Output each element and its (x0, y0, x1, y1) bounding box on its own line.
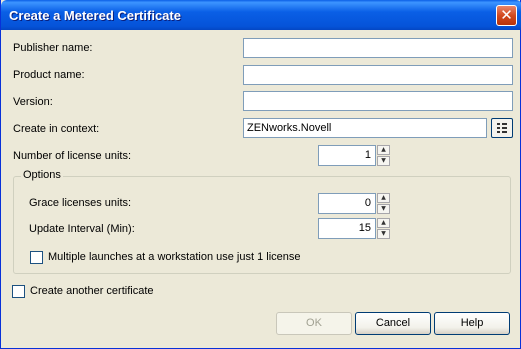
multiple-launch-label: Multiple launches at a workstation use j… (48, 251, 301, 263)
close-button[interactable]: ✕ (496, 5, 517, 26)
license-units-down-button[interactable]: ▼ (377, 156, 390, 166)
create-another-label: Create another certificate (30, 285, 154, 297)
license-units-value: 1 (364, 149, 371, 161)
window-title: Create a Metered Certificate (9, 8, 181, 23)
context-input[interactable]: ZENworks.Novell (243, 118, 487, 138)
grace-stepper: ▲ ▼ (377, 193, 390, 214)
help-button[interactable]: Help (434, 312, 510, 335)
ok-button[interactable]: OK (276, 312, 352, 335)
tree-browse-icon (497, 123, 507, 133)
cancel-button[interactable]: Cancel (355, 312, 431, 335)
context-label: Create in context: (13, 123, 100, 135)
publisher-label: Publisher name: (13, 42, 93, 54)
close-icon: ✕ (500, 6, 513, 24)
grace-input[interactable]: 0 (318, 193, 376, 214)
license-units-up-button[interactable]: ▲ (377, 145, 390, 155)
dialog-window: Create a Metered Certificate ✕ Publisher… (0, 0, 521, 349)
interval-value: 15 (358, 222, 371, 234)
options-group-label: Options (21, 169, 63, 181)
interval-input[interactable]: 15 (318, 218, 376, 239)
product-label: Product name: (13, 69, 85, 81)
license-units-stepper: ▲ ▼ (377, 145, 390, 166)
multiple-launch-checkbox[interactable] (30, 251, 43, 264)
interval-down-button[interactable]: ▼ (377, 229, 390, 239)
context-value: ZENworks.Novell (247, 122, 332, 134)
interval-label: Update Interval (Min): (29, 223, 135, 235)
license-units-label: Number of license units: (13, 150, 131, 162)
version-label: Version: (13, 96, 53, 108)
grace-value: 0 (364, 197, 371, 209)
interval-stepper: ▲ ▼ (377, 218, 390, 239)
create-another-checkbox[interactable] (12, 285, 25, 298)
product-input[interactable] (243, 65, 513, 85)
grace-down-button[interactable]: ▼ (377, 204, 390, 214)
license-units-input[interactable]: 1 (318, 145, 376, 166)
publisher-input[interactable] (243, 38, 513, 58)
interval-up-button[interactable]: ▲ (377, 218, 390, 228)
title-bar[interactable]: Create a Metered Certificate ✕ (1, 0, 521, 30)
version-input[interactable] (243, 91, 513, 111)
grace-up-button[interactable]: ▲ (377, 193, 390, 203)
browse-context-button[interactable] (491, 118, 513, 138)
grace-label: Grace licenses units: (29, 197, 132, 209)
